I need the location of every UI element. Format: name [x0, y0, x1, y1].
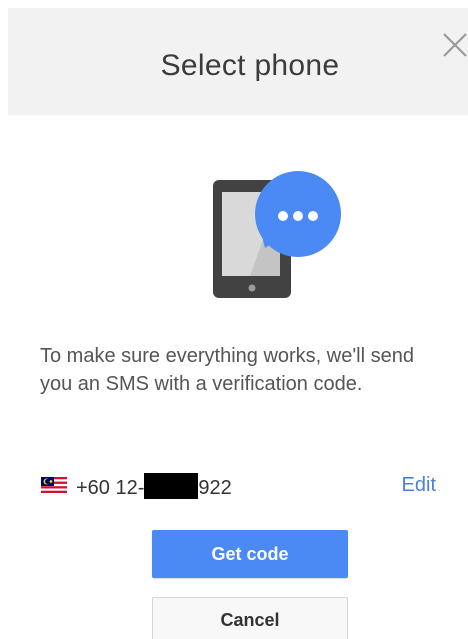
- cancel-button[interactable]: Cancel: [152, 597, 348, 639]
- phone-sms-icon: [210, 168, 350, 308]
- phone-number-prefix: +60 12-: [76, 477, 145, 499]
- redacted-block: [144, 473, 199, 499]
- malaysia-flag-icon: [41, 477, 67, 493]
- verification-message: To make sure everything works, we'll sen…: [40, 345, 414, 395]
- edit-phone-link[interactable]: Edit: [402, 474, 436, 497]
- dialog-header: Select phone: [8, 8, 468, 115]
- close-icon[interactable]: [432, 22, 468, 58]
- select-phone-dialog: Select phone To make sure everything wor…: [0, 0, 468, 639]
- get-code-button[interactable]: Get code: [152, 530, 348, 578]
- phone-row: +60 12- 922 Edit: [40, 470, 436, 500]
- phone-number-suffix: 922: [198, 477, 232, 499]
- phone-number: +60 12- 922: [76, 473, 232, 500]
- dialog-title: Select phone: [160, 49, 340, 82]
